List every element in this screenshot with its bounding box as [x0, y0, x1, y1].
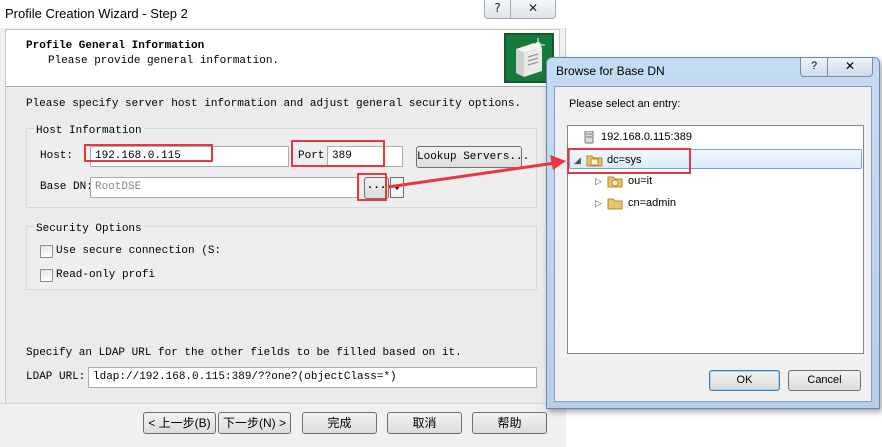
collapse-toggle-icon[interactable]: ◢ — [574, 150, 581, 170]
tree-node-ou-it-label: ou=it — [628, 175, 653, 187]
tree-node-dc-sys-label: dc=sys — [607, 154, 642, 166]
tree-node-root-label: 192.168.0.115:389 — [601, 131, 692, 143]
secure-connection-checkbox[interactable] — [40, 245, 53, 258]
lookup-servers-button[interactable]: Lookup Servers... — [416, 146, 529, 168]
base-dn-dropdown-button[interactable] — [390, 177, 404, 198]
browse-base-dn-button[interactable]: ... — [364, 177, 389, 199]
next-button[interactable]: 下一步(N) > — [218, 412, 291, 434]
tree-node-dc-sys[interactable]: ◢ dc=sys — [569, 149, 862, 169]
wizard-close-icon[interactable]: ✕ — [510, 0, 556, 19]
read-only-label: Read-only profi — [56, 269, 156, 281]
wizard-footer: < 上一步(B) 下一步(N) > 完成 取消 帮助 — [0, 403, 566, 447]
header-title: Profile General Information — [26, 40, 205, 52]
browse-cancel-button[interactable]: Cancel — [788, 370, 861, 391]
help-button[interactable]: 帮助 — [472, 412, 547, 434]
tree-node-ou-it[interactable]: ▷ ou=it — [568, 171, 863, 191]
secure-connection-label: Use secure connection (S: — [56, 245, 222, 257]
port-input[interactable]: 389 — [327, 146, 403, 167]
dn-tree[interactable]: 192.168.0.115:389 ◢ dc=sys ▷ ou=it ▷ cn=… — [567, 125, 864, 354]
wizard-title: Profile Creation Wizard - Step 2 — [5, 6, 188, 21]
folder-icon — [607, 198, 623, 210]
wizard-titlebar: Profile Creation Wizard - Step 2 ? ✕ — [0, 0, 566, 28]
tree-node-cn-admin[interactable]: ▷ cn=admin — [568, 193, 863, 213]
security-options-group: Security Options Use secure connection (… — [26, 223, 537, 290]
host-label: Host: — [40, 150, 74, 162]
tree-node-cn-admin-label: cn=admin — [628, 197, 677, 209]
browse-base-dn-dialog: Browse for Base DN ? ✕ Please select an … — [546, 57, 880, 409]
tree-node-root[interactable]: 192.168.0.115:389 — [568, 127, 863, 147]
ok-button[interactable]: OK — [709, 370, 780, 391]
browse-help-icon[interactable]: ? — [800, 58, 828, 77]
profile-creation-wizard: Profile Creation Wizard - Step 2 ? ✕ Pro… — [0, 0, 566, 447]
base-dn-input[interactable]: RootDSE — [90, 177, 359, 198]
instructions-text: Please specify server host information a… — [26, 98, 522, 110]
browse-close-icon[interactable]: ✕ — [827, 58, 873, 77]
browse-dialog-client: Please select an entry: 192.168.0.115:38… — [554, 86, 872, 402]
wizard-help-icon[interactable]: ? — [484, 0, 511, 19]
host-group-title: Host Information — [34, 125, 144, 137]
expand-toggle-icon[interactable]: ▷ — [595, 171, 602, 191]
port-label: Port — [298, 150, 325, 162]
finish-button[interactable]: 完成 — [302, 412, 377, 434]
wizard-header: Profile General Information Please provi… — [5, 29, 560, 87]
base-dn-label: Base DN: — [40, 181, 93, 193]
expand-toggle-icon[interactable]: ▷ — [595, 193, 602, 213]
read-only-checkbox[interactable] — [40, 269, 53, 282]
header-subtitle: Please provide general information. — [48, 55, 280, 67]
server-icon — [584, 131, 594, 144]
host-input[interactable]: 192.168.0.115 — [90, 146, 289, 167]
ldap-url-label: LDAP URL: — [26, 371, 86, 383]
security-group-title: Security Options — [34, 223, 144, 235]
wizard-body: Please specify server host information a… — [5, 88, 560, 403]
org-unit-folder-icon — [607, 176, 623, 188]
cancel-button[interactable]: 取消 — [387, 412, 462, 434]
back-button[interactable]: < 上一步(B) — [143, 412, 216, 434]
domain-folder-icon — [586, 155, 603, 167]
browse-dialog-title: Browse for Base DN — [556, 64, 665, 78]
triangle-down-icon — [393, 185, 401, 190]
browse-prompt: Please select an entry: — [569, 98, 681, 110]
ldap-hint-text: Specify an LDAP URL for the other fields… — [26, 347, 462, 359]
host-information-group: Host Information Host: 192.168.0.115 Por… — [26, 125, 537, 208]
ldap-url-input[interactable]: ldap://192.168.0.115:389/??one?(objectCl… — [88, 367, 537, 388]
